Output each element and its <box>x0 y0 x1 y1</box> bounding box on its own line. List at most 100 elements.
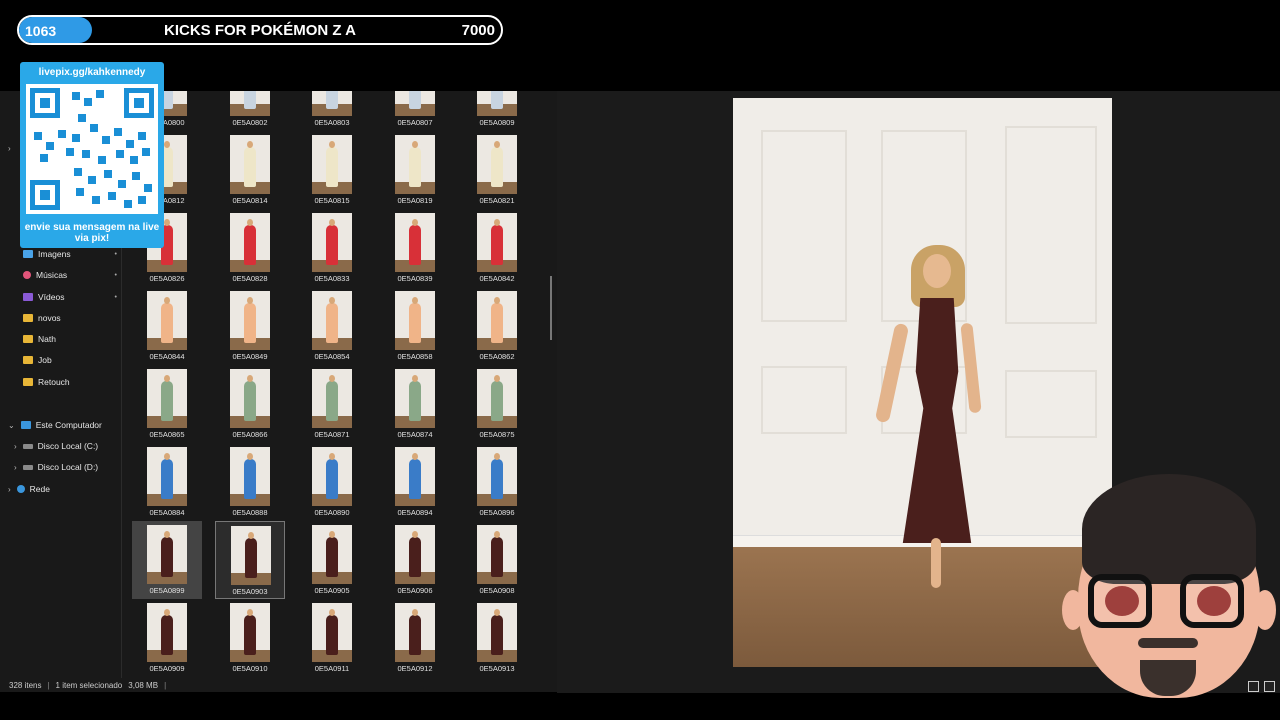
thumbnail-image <box>477 291 517 350</box>
thumbnail-head <box>164 297 170 304</box>
thumbnail-item[interactable]: 0E5A0908 <box>462 521 532 599</box>
videos-icon <box>23 293 33 301</box>
thumbnail-item[interactable]: 0E5A0871 <box>297 365 367 443</box>
thumbnail-filename: 0E5A0871 <box>314 430 350 439</box>
nav-label: Vídeos <box>38 292 65 302</box>
nav-item-quick-access[interactable]: Retouch <box>0 372 122 392</box>
thumbnail-item[interactable]: 0E5A0862 <box>462 287 532 365</box>
thumbnail-item[interactable]: 0E5A0858 <box>380 287 450 365</box>
nav-item-quick-access[interactable]: Vídeos • <box>0 287 122 307</box>
thumbnail-item[interactable]: 0E5A0909 <box>132 599 202 677</box>
pin-icon: • <box>114 250 117 258</box>
thumbnail-image <box>477 603 517 662</box>
nav-item-drive-c[interactable]: › Disco Local (C:) <box>0 436 122 456</box>
chevron-right-icon[interactable]: › <box>8 144 11 153</box>
nav-item-quick-access[interactable]: novos <box>0 308 122 328</box>
nav-label: Músicas <box>36 270 68 280</box>
thumbnail-item[interactable]: 0E5A0875 <box>462 365 532 443</box>
thumbnail-figure <box>326 537 338 577</box>
thumbnail-head <box>248 532 254 539</box>
thumbnail-filename: 0E5A0906 <box>397 586 433 595</box>
thumbnail-image <box>230 291 270 350</box>
thumbnail-figure <box>161 615 173 655</box>
thumbnail-item[interactable]: 0E5A0814 <box>215 131 285 209</box>
thumbnail-image <box>477 369 517 428</box>
thumbnail-item[interactable]: 0E5A0803 <box>297 91 367 131</box>
nav-item-network[interactable]: › Rede <box>0 479 122 499</box>
chevron-down-icon[interactable]: ⌄ <box>8 421 15 430</box>
thumbnail-head <box>329 141 335 148</box>
nav-label: Este Computador <box>35 420 102 430</box>
thumbnail-item[interactable]: 0E5A0854 <box>297 287 367 365</box>
thumbnail-filename: 0E5A0802 <box>232 118 268 127</box>
nav-item-drive-d[interactable]: › Disco Local (D:) <box>0 457 122 477</box>
qr-module <box>76 188 84 196</box>
goal-title: KICKS FOR POKÉMON Z A <box>164 22 356 39</box>
thumbnail-item[interactable]: 0E5A0844 <box>132 287 202 365</box>
qr-module <box>144 184 152 192</box>
thumbnail-item[interactable]: 0E5A0888 <box>215 443 285 521</box>
thumbnail-head <box>164 219 170 226</box>
nav-item-quick-access[interactable]: Job <box>0 350 122 370</box>
thumbnail-item[interactable]: 0E5A0906 <box>380 521 450 599</box>
qr-finder <box>30 88 60 118</box>
chevron-right-icon[interactable]: › <box>8 485 11 494</box>
thumbnail-item[interactable]: 0E5A0865 <box>132 365 202 443</box>
qr-module <box>102 136 110 144</box>
thumbnail-figure <box>326 91 338 109</box>
thumbnail-filename: 0E5A0815 <box>314 196 350 205</box>
thumbnail-image <box>230 213 270 272</box>
thumbnail-item[interactable]: 0E5A0911 <box>297 599 367 677</box>
folder-icon <box>23 356 33 364</box>
thumbnail-item[interactable]: 0E5A0896 <box>462 443 532 521</box>
thumbnail-item[interactable]: 0E5A0839 <box>380 209 450 287</box>
wall-panel <box>1005 126 1097 324</box>
thumbnail-item[interactable]: 0E5A0821 <box>462 131 532 209</box>
thumbnail-head <box>412 453 418 460</box>
chevron-right-icon[interactable]: › <box>14 442 17 451</box>
thumbnail-item[interactable]: 0E5A0802 <box>215 91 285 131</box>
nav-item-quick-access[interactable]: Nath <box>0 329 122 349</box>
thumbnail-item[interactable]: 0E5A0899 <box>132 521 202 599</box>
thumbnail-head <box>494 141 500 148</box>
thumbnail-item[interactable]: 0E5A0807 <box>380 91 450 131</box>
thumbnail-item[interactable]: 0E5A0819 <box>380 131 450 209</box>
nav-label: Retouch <box>38 377 70 387</box>
thumbnail-item[interactable]: 0E5A0912 <box>380 599 450 677</box>
thumbnail-item[interactable]: 0E5A0903 <box>215 521 285 599</box>
thumbnail-filename: 0E5A0899 <box>149 586 185 595</box>
thumbnail-item[interactable]: 0E5A0894 <box>380 443 450 521</box>
network-icon <box>16 485 25 493</box>
qr-url: livepix.gg/kahkennedy <box>38 67 146 78</box>
thumbnail-item[interactable]: 0E5A0910 <box>215 599 285 677</box>
thumbnail-item[interactable]: 0E5A0833 <box>297 209 367 287</box>
thumbnail-item[interactable]: 0E5A0815 <box>297 131 367 209</box>
thumbnail-image <box>395 213 435 272</box>
nav-item-this-pc[interactable]: ⌄ Este Computador <box>0 415 122 435</box>
thumbnail-item[interactable]: 0E5A0890 <box>297 443 367 521</box>
thumbnail-item[interactable]: 0E5A0866 <box>215 365 285 443</box>
thumbnail-item[interactable]: 0E5A0913 <box>462 599 532 677</box>
nav-item-quick-access[interactable]: Músicas • <box>0 265 122 285</box>
thumbnail-grid[interactable]: 0E5A0800 0E5A0802 0E5A0803 0E5A0807 0E5A0809… <box>123 91 557 678</box>
thumbnail-image <box>395 447 435 506</box>
thumbnail-item[interactable]: 0E5A0874 <box>380 365 450 443</box>
thumbnail-image <box>477 213 517 272</box>
chevron-right-icon[interactable]: › <box>14 463 17 472</box>
thumbnail-item[interactable]: 0E5A0905 <box>297 521 367 599</box>
nav-label: Disco Local (C:) <box>37 441 99 451</box>
thumbnail-item[interactable]: 0E5A0884 <box>132 443 202 521</box>
thumbnail-item[interactable]: 0E5A0809 <box>462 91 532 131</box>
nav-label: Disco Local (D:) <box>37 462 99 472</box>
thumbnail-item[interactable]: 0E5A0849 <box>215 287 285 365</box>
thumbnail-filename: 0E5A0874 <box>397 430 433 439</box>
thumbnail-item[interactable]: 0E5A0828 <box>215 209 285 287</box>
pin-icon: • <box>114 293 117 301</box>
scrollbar-thumb[interactable] <box>550 276 552 340</box>
thumbnail-item[interactable]: 0E5A0842 <box>462 209 532 287</box>
item-count: 328 itens <box>9 680 42 690</box>
music-icon <box>23 271 31 279</box>
qr-module <box>40 154 48 162</box>
nav-label: Job <box>38 355 52 365</box>
thumbnail-filename: 0E5A0910 <box>232 664 268 673</box>
